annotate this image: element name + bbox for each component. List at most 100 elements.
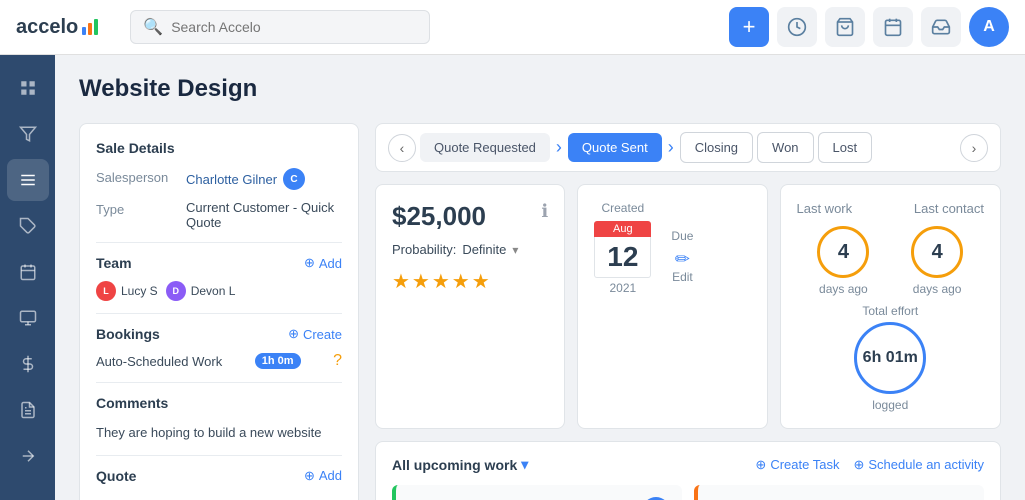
team-add-button[interactable]: ⊕ Add bbox=[304, 255, 342, 271]
logo: accelo bbox=[16, 16, 98, 39]
schedule-activity-button[interactable]: ⊕ Schedule an activity bbox=[853, 457, 984, 473]
two-col-layout: Sale Details Salesperson Charlotte Gilne… bbox=[79, 123, 1001, 500]
inbox-button[interactable] bbox=[921, 7, 961, 47]
content-area: Website Design Sale Details Salesperson … bbox=[55, 55, 1025, 500]
stage-bar: ‹ Quote Requested › Quote Sent › Closing… bbox=[375, 123, 1001, 172]
edit-label[interactable]: Edit bbox=[671, 270, 693, 284]
help-icon[interactable]: ? bbox=[333, 352, 342, 370]
sale-details-title: Sale Details bbox=[96, 140, 342, 156]
total-effort: Total effort 6h 01m logged bbox=[797, 304, 985, 412]
stage-quote-sent[interactable]: Quote Sent bbox=[568, 133, 662, 162]
salesperson-value: Charlotte Gilner C bbox=[186, 168, 305, 190]
team-member-devon: D Devon L bbox=[166, 281, 236, 301]
last-work-label: Last work bbox=[797, 201, 853, 216]
add-button[interactable]: + bbox=[729, 7, 769, 47]
user-avatar[interactable]: A bbox=[969, 7, 1009, 47]
salesperson-row: Salesperson Charlotte Gilner C bbox=[96, 168, 342, 190]
last-work-circle: 4 bbox=[817, 226, 869, 278]
sidebar-item-tags[interactable] bbox=[7, 205, 49, 247]
stage-won[interactable]: Won bbox=[757, 132, 814, 163]
upcoming-chevron-icon[interactable]: ▾ bbox=[521, 456, 528, 473]
quote-label: Quote bbox=[96, 468, 136, 484]
bag-button[interactable] bbox=[825, 7, 865, 47]
probability-label: Probability: bbox=[392, 242, 456, 257]
right-main: ‹ Quote Requested › Quote Sent › Closing… bbox=[375, 123, 1001, 500]
auto-scheduled-badge: 1h 0m bbox=[255, 353, 301, 369]
team-members-list: L Lucy S D Devon L bbox=[96, 281, 342, 301]
sidebar-item-finance[interactable] bbox=[7, 343, 49, 385]
sidebar-item-calendar[interactable] bbox=[7, 251, 49, 293]
upcoming-title: All upcoming work ▾ bbox=[392, 456, 528, 473]
created-col: Created Aug 12 2021 bbox=[594, 201, 651, 295]
sale-details-panel: Sale Details Salesperson Charlotte Gilne… bbox=[79, 123, 359, 500]
member-name-devon: Devon L bbox=[191, 284, 236, 298]
sidebar-item-monitor[interactable] bbox=[7, 297, 49, 339]
logo-bars bbox=[82, 19, 98, 35]
effort-circle: 6h 01m bbox=[854, 322, 926, 394]
quote-header: Quote ⊕ Add bbox=[96, 468, 342, 484]
avatar-devon: D bbox=[166, 281, 186, 301]
upcoming-actions: ⊕ Create Task ⊕ Schedule an activity bbox=[755, 457, 984, 473]
info-icon[interactable]: ℹ bbox=[541, 201, 548, 222]
stage-closing[interactable]: Closing bbox=[680, 132, 753, 163]
stars: ★★★★★ bbox=[392, 269, 548, 294]
dates-grid: Created Aug 12 2021 Due ✏ Edit bbox=[594, 201, 750, 295]
search-box[interactable]: 🔍 bbox=[130, 10, 430, 44]
comments-label: Comments bbox=[96, 395, 342, 411]
date-year: 2021 bbox=[594, 281, 651, 295]
last-contact-days-ago: days ago bbox=[911, 282, 963, 296]
auto-scheduled-label: Auto-Scheduled Work bbox=[96, 354, 222, 369]
sidebar-item-reports[interactable] bbox=[7, 389, 49, 431]
due-label: Due bbox=[671, 229, 693, 243]
create-task-icon: ⊕ bbox=[755, 457, 766, 473]
last-work-days-ago: days ago bbox=[817, 282, 869, 296]
upcoming-header: All upcoming work ▾ ⊕ Create Task ⊕ Sche… bbox=[392, 456, 984, 473]
date-day: 12 bbox=[594, 237, 651, 278]
bookings-header: Bookings ⊕ Create bbox=[96, 326, 342, 342]
logo-text: accelo bbox=[16, 16, 78, 39]
due-col: Due ✏ Edit bbox=[671, 229, 693, 295]
create-task-button[interactable]: ⊕ Create Task bbox=[755, 457, 839, 473]
stage-chevron-2: › bbox=[666, 137, 676, 158]
stage-quote-requested[interactable]: Quote Requested bbox=[420, 133, 550, 162]
salesperson-name: Charlotte Gilner bbox=[186, 172, 277, 187]
upcoming-item-mockup: Mockup website design bbox=[694, 485, 984, 500]
created-label: Created bbox=[594, 201, 651, 215]
member-name-lucy: Lucy S bbox=[121, 284, 158, 298]
stats-card: Last work Last contact 4 days ago 4 days… bbox=[780, 184, 1002, 429]
last-contact-circle: 4 bbox=[911, 226, 963, 278]
last-contact-col: 4 days ago bbox=[911, 226, 963, 296]
search-input[interactable] bbox=[171, 19, 417, 35]
sidebar-item-arrow[interactable] bbox=[7, 435, 49, 477]
schedule-icon: ⊕ bbox=[853, 457, 864, 473]
top-nav: accelo 🔍 + A bbox=[0, 0, 1025, 55]
upcoming-section: All upcoming work ▾ ⊕ Create Task ⊕ Sche… bbox=[375, 441, 1001, 500]
stage-next-button[interactable]: › bbox=[960, 134, 988, 162]
type-row: Type Current Customer - Quick Quote bbox=[96, 200, 342, 230]
quote-add-button[interactable]: ⊕ Add bbox=[304, 468, 342, 484]
sidebar-item-filter[interactable] bbox=[7, 113, 49, 155]
stage-prev-button[interactable]: ‹ bbox=[388, 134, 416, 162]
calendar-button[interactable] bbox=[873, 7, 913, 47]
avatar-lucy: L bbox=[96, 281, 116, 301]
team-header: Team ⊕ Add bbox=[96, 255, 342, 271]
nav-right: + A bbox=[729, 7, 1009, 47]
last-contact-label: Last contact bbox=[914, 201, 984, 216]
team-label: Team bbox=[96, 255, 132, 271]
stage-lost[interactable]: Lost bbox=[818, 132, 873, 163]
cards-row: $25,000 ℹ Probability: Definite ▾ ★★★★★ bbox=[375, 184, 1001, 429]
page-title: Website Design bbox=[79, 75, 1001, 103]
dates-card: Created Aug 12 2021 Due ✏ Edit bbox=[577, 184, 767, 429]
auto-scheduled-row: Auto-Scheduled Work 1h 0m ? bbox=[96, 352, 342, 370]
probability-value: Definite bbox=[462, 242, 506, 257]
salesperson-avatar: C bbox=[283, 168, 305, 190]
search-icon: 🔍 bbox=[143, 17, 163, 37]
clock-button[interactable] bbox=[777, 7, 817, 47]
edit-icon[interactable]: ✏ bbox=[671, 249, 693, 270]
probability-row: Probability: Definite ▾ bbox=[392, 242, 548, 257]
sidebar-item-tasks[interactable] bbox=[7, 159, 49, 201]
probability-dropdown[interactable]: ▾ bbox=[512, 243, 518, 257]
bookings-create-button[interactable]: ⊕ Create bbox=[288, 326, 342, 342]
sidebar-item-dashboard[interactable] bbox=[7, 67, 49, 109]
team-member-lucy: L Lucy S bbox=[96, 281, 158, 301]
